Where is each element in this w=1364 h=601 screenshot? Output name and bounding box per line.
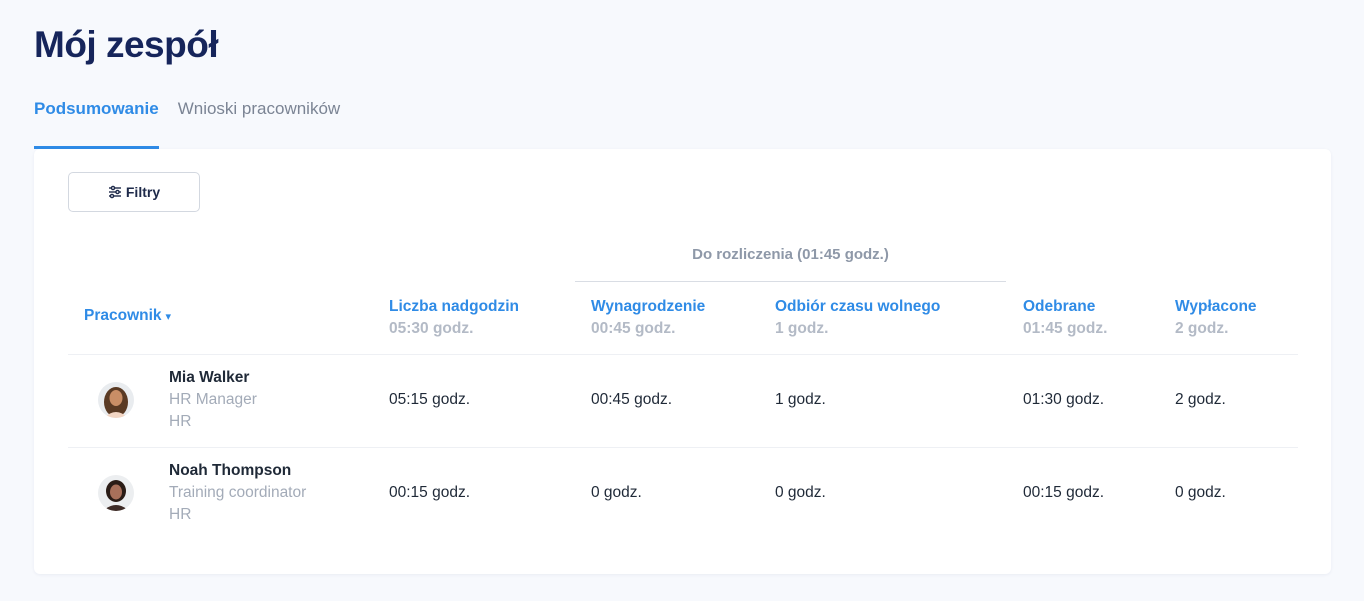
tab-summary[interactable]: Podsumowanie bbox=[34, 96, 159, 149]
column-label: Wypłacone bbox=[1175, 298, 1257, 315]
settlement-group-header: Do rozliczenia (01:45 godz.) bbox=[692, 246, 889, 263]
table-row[interactable]: Noah Thompson Training coordinator HR 00… bbox=[34, 448, 1331, 541]
tab-employee-requests[interactable]: Wnioski pracowników bbox=[178, 96, 341, 149]
overtime-cell: 00:15 godz. bbox=[389, 484, 471, 501]
table-row[interactable]: Mia Walker HR Manager HR 05:15 godz. 00:… bbox=[34, 355, 1331, 448]
overtime-cell: 05:15 godz. bbox=[389, 391, 471, 408]
tab-bar: Podsumowanie Wnioski pracowników bbox=[34, 96, 359, 149]
paid-out-cell: 2 godz. bbox=[1175, 391, 1226, 408]
column-label: Odebrane bbox=[1023, 298, 1096, 315]
column-header-pay: Wynagrodzenie 00:45 godz. bbox=[591, 296, 705, 340]
column-total: 00:45 godz. bbox=[591, 320, 676, 337]
column-label: Odbiór czasu wolnego bbox=[775, 298, 941, 315]
paid-out-cell: 0 godz. bbox=[1175, 484, 1226, 501]
employee-role: HR Manager bbox=[169, 391, 257, 408]
time-off-cell: 1 godz. bbox=[775, 391, 826, 408]
column-total: 2 godz. bbox=[1175, 320, 1229, 337]
avatar bbox=[98, 382, 134, 418]
employee-name[interactable]: Noah Thompson bbox=[169, 462, 291, 480]
employee-name[interactable]: Mia Walker bbox=[169, 369, 249, 387]
group-divider bbox=[575, 281, 1006, 282]
column-header-time-off: Odbiór czasu wolnego 1 godz. bbox=[775, 296, 940, 340]
taken-cell: 00:15 godz. bbox=[1023, 484, 1105, 501]
filters-label: Filtry bbox=[125, 184, 161, 200]
employee-header-label: Pracownik bbox=[84, 307, 162, 324]
employee-department: HR bbox=[169, 413, 192, 430]
column-header-overtime: Liczba nadgodzin 05:30 godz. bbox=[389, 296, 519, 340]
page-title: Mój zespół bbox=[34, 24, 219, 65]
column-header-paid-out: Wypłacone 2 godz. bbox=[1175, 296, 1257, 340]
taken-cell: 01:30 godz. bbox=[1023, 391, 1105, 408]
pay-cell: 0 godz. bbox=[591, 484, 642, 501]
column-total: 1 godz. bbox=[775, 320, 829, 337]
summary-card: Filtry Do rozliczenia (01:45 godz.) Prac… bbox=[34, 149, 1331, 574]
employee-department: HR bbox=[169, 506, 192, 523]
employee-column-header[interactable]: Pracownik ▾ bbox=[84, 307, 171, 325]
filters-button[interactable]: Filtry bbox=[68, 172, 200, 212]
sliders-icon bbox=[108, 185, 121, 199]
time-off-cell: 0 godz. bbox=[775, 484, 826, 501]
column-label: Wynagrodzenie bbox=[591, 298, 706, 315]
sort-caret-icon: ▾ bbox=[165, 311, 172, 323]
column-total: 05:30 godz. bbox=[389, 320, 474, 337]
column-header-taken: Odebrane 01:45 godz. bbox=[1023, 296, 1107, 340]
column-total: 01:45 godz. bbox=[1023, 320, 1108, 337]
avatar bbox=[98, 475, 134, 511]
column-label: Liczba nadgodzin bbox=[389, 298, 520, 315]
employee-role: Training coordinator bbox=[169, 484, 307, 501]
pay-cell: 00:45 godz. bbox=[591, 391, 673, 408]
